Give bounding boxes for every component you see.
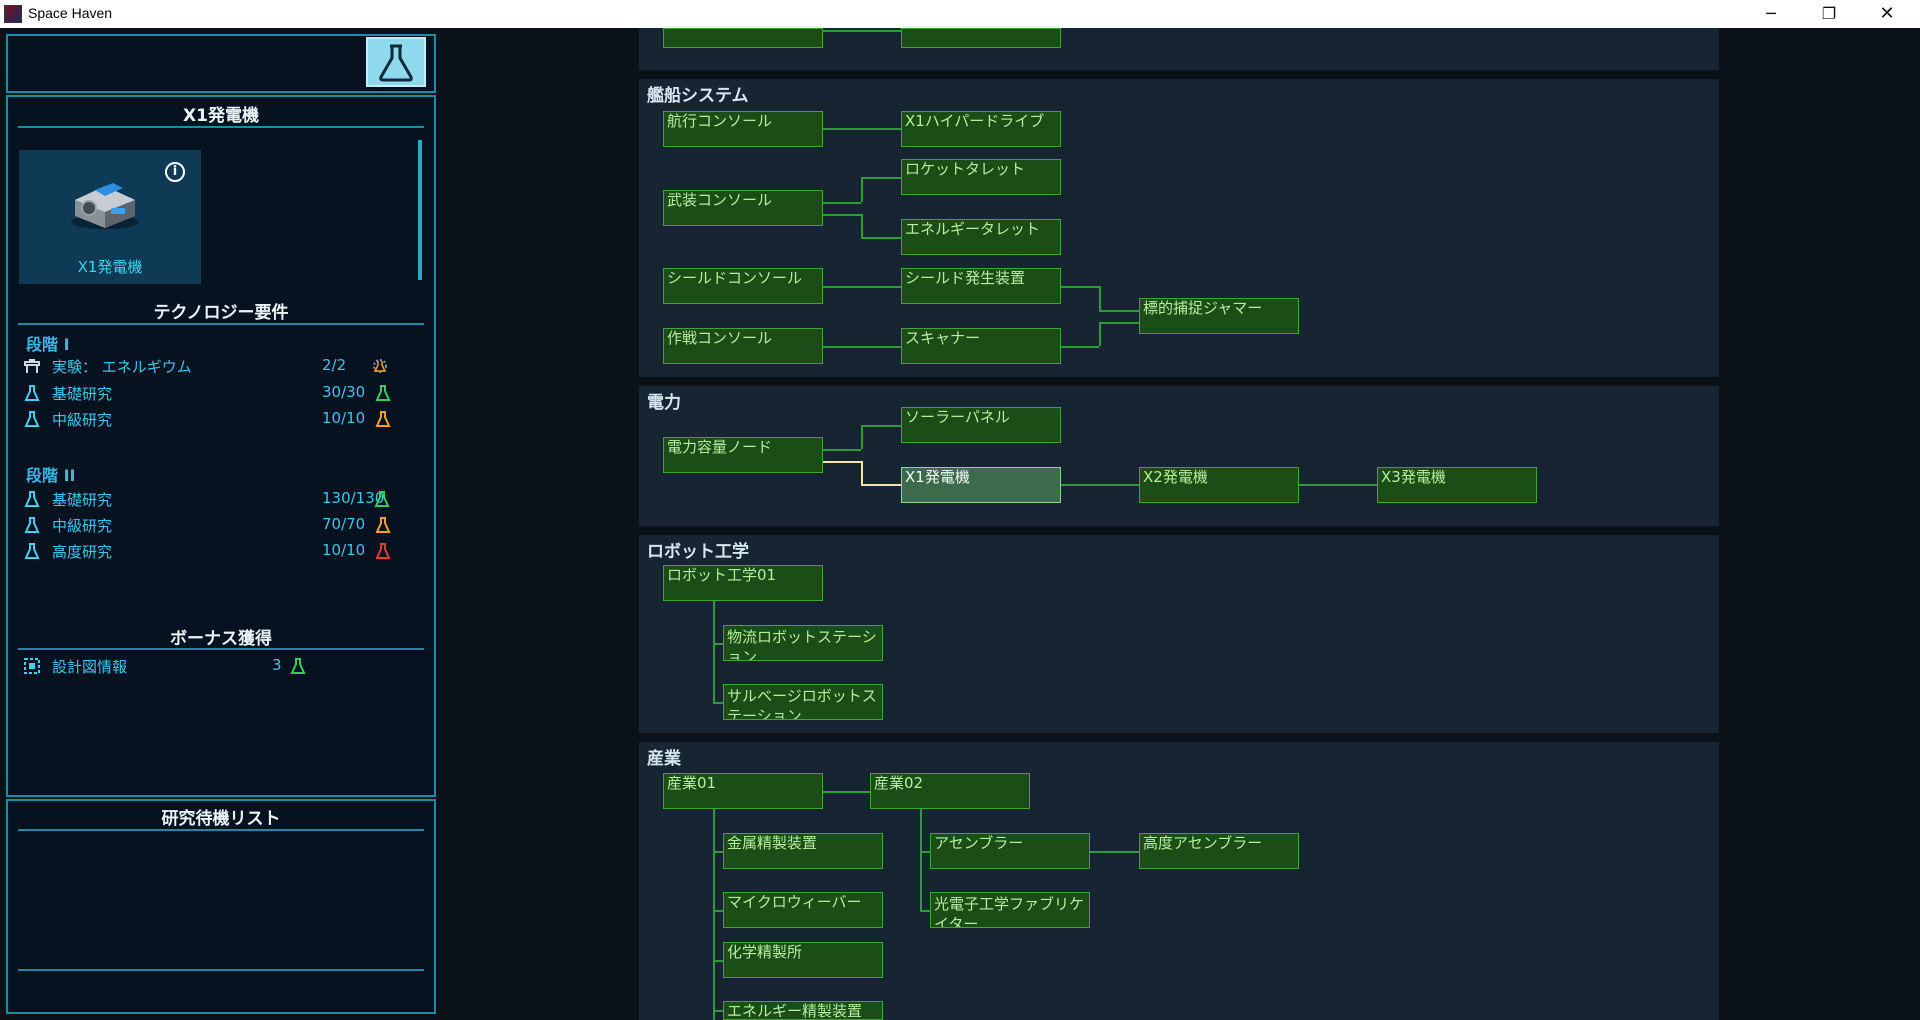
node-industry-01[interactable]: 産業01: [663, 773, 823, 809]
node-targeting-jammer[interactable]: 標的捕捉ジャマー: [1139, 298, 1299, 334]
node-scanner[interactable]: スキャナー: [901, 328, 1061, 364]
node-x1-generator[interactable]: X1発電機: [901, 467, 1061, 503]
connector: [1061, 346, 1099, 348]
connector: [861, 214, 863, 238]
connector: [823, 128, 901, 130]
connector: [823, 791, 870, 793]
connector: [1061, 286, 1099, 288]
connector: [713, 601, 715, 702]
connector: [1299, 484, 1377, 486]
connector: [1099, 310, 1139, 312]
connector: [861, 425, 863, 449]
connector: [713, 851, 723, 853]
connector: [713, 910, 723, 912]
node-shield-generator[interactable]: シールド発生装置: [901, 268, 1061, 304]
connector: [823, 346, 901, 348]
node-chemical-refinery[interactable]: 化学精製所: [723, 942, 883, 978]
node-assembler[interactable]: アセンブラー: [930, 833, 1090, 869]
connector: [713, 960, 723, 962]
selected-connector: [861, 461, 863, 485]
connector: [920, 851, 930, 853]
node-ops-console[interactable]: 作戦コンソール: [663, 328, 823, 364]
node-power-capacity[interactable]: 電力容量ノード: [663, 437, 823, 473]
connector: [713, 1010, 723, 1012]
node-metal-refinery[interactable]: 金属精製装置: [723, 833, 883, 869]
node-x3-generator[interactable]: X3発電機: [1377, 467, 1537, 503]
connector: [823, 449, 861, 451]
selected-connector: [861, 484, 901, 486]
node-robotics-01[interactable]: ロボット工学01: [663, 565, 823, 601]
node-weapons-console[interactable]: 武装コンソール: [663, 190, 823, 226]
connector: [1090, 851, 1139, 853]
connector: [823, 30, 901, 32]
section-title: 産業: [647, 749, 681, 769]
node-microweaver[interactable]: マイクロウィーバー: [723, 892, 883, 928]
connector: [920, 809, 922, 910]
node-industry-02[interactable]: 産業02: [870, 773, 1030, 809]
section-title: ロボット工学: [647, 542, 749, 562]
node-x1-hyperdrive[interactable]: X1ハイパードライブ: [901, 111, 1061, 147]
connector: [861, 425, 901, 427]
connector: [1099, 322, 1139, 324]
section-title: 艦船システム: [647, 86, 749, 106]
node-energy-turret[interactable]: エネルギータレット: [901, 219, 1061, 255]
selected-connector: [823, 461, 861, 463]
connector: [1099, 286, 1101, 310]
node-solar-panel[interactable]: ソーラーパネル: [901, 407, 1061, 443]
connector: [823, 214, 861, 216]
tree-node[interactable]: [663, 28, 823, 48]
node-optronics-fabricator[interactable]: 光電子工学ファブリケイター: [930, 892, 1090, 928]
node-energy-refinery[interactable]: エネルギー精製装置: [723, 1001, 883, 1020]
connector: [861, 177, 901, 179]
connector: [823, 286, 901, 288]
tree-node[interactable]: [901, 28, 1061, 48]
connector: [713, 702, 723, 704]
node-advanced-assembler[interactable]: 高度アセンブラー: [1139, 833, 1299, 869]
connector: [1061, 484, 1139, 486]
research-tree[interactable]: 艦船システム 航行コンソール X1ハイパードライブ 武装コンソール ロケットタレ…: [0, 0, 1920, 1020]
connector: [1099, 322, 1101, 346]
connector: [861, 237, 901, 239]
connector: [823, 202, 861, 204]
section-title: 電力: [647, 393, 681, 413]
connector: [713, 643, 723, 645]
node-logistics-robot-station[interactable]: 物流ロボットステーション: [723, 625, 883, 661]
node-salvage-robot-station[interactable]: サルベージロボットステーション: [723, 684, 883, 720]
node-nav-console[interactable]: 航行コンソール: [663, 111, 823, 147]
node-rocket-turret[interactable]: ロケットタレット: [901, 159, 1061, 195]
connector: [713, 809, 715, 1020]
node-shield-console[interactable]: シールドコンソール: [663, 268, 823, 304]
node-x2-generator[interactable]: X2発電機: [1139, 467, 1299, 503]
connector: [861, 177, 863, 202]
connector: [920, 910, 930, 912]
